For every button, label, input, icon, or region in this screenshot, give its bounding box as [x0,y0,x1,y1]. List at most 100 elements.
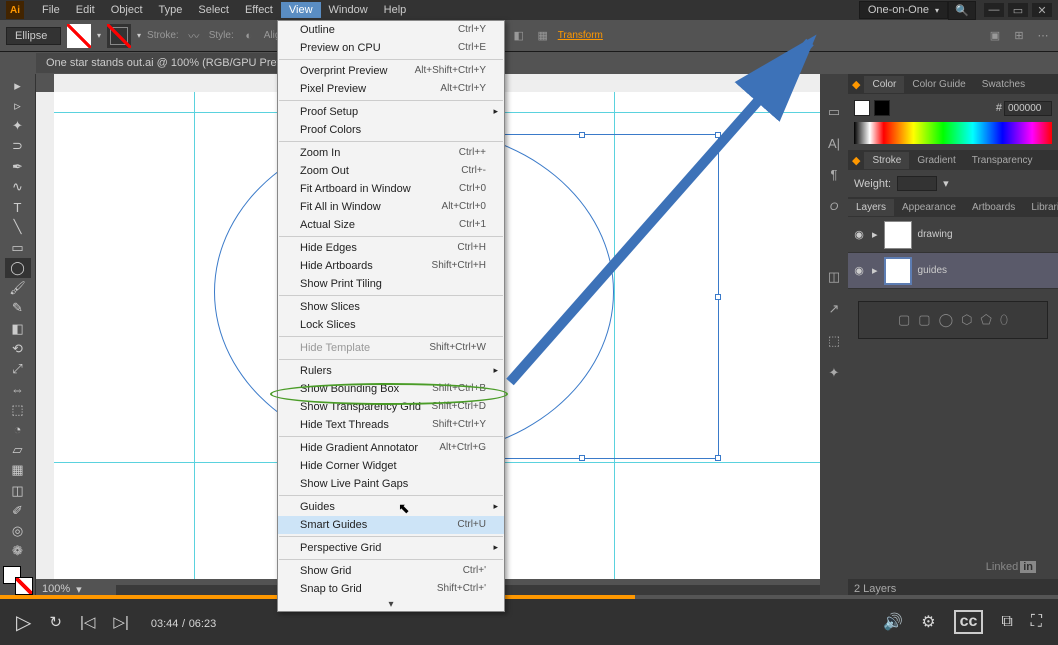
panel-icon[interactable]: O [830,198,839,213]
menu-item-hide-template[interactable]: Hide TemplateShift+Ctrl+W [278,339,504,357]
search-docs[interactable]: 🔍 [948,1,976,20]
menu-help[interactable]: Help [376,2,415,18]
hex-input[interactable] [1004,101,1052,116]
tab-layers[interactable]: Layers [848,199,894,216]
skip-back-button[interactable]: ↻ [49,613,62,631]
captions-button[interactable]: cc [954,610,984,634]
shape-ellipse-icon[interactable]: ◯ [939,312,954,328]
menu-item-zoom-in[interactable]: Zoom InCtrl++ [278,144,504,162]
menu-item-show-transparency-grid[interactable]: Show Transparency GridShift+Ctrl+D [278,398,504,416]
menu-window[interactable]: Window [321,2,376,18]
tab-swatches[interactable]: Swatches [974,76,1033,93]
direct-selection-tool[interactable]: ▹ [5,96,31,115]
transform-link[interactable]: Transform [558,30,603,41]
panel-icon[interactable]: ▭ [828,104,840,120]
tab-color-guide[interactable]: Color Guide [904,76,973,93]
tab-gradient[interactable]: Gradient [909,152,963,169]
tab-appearance[interactable]: Appearance [894,199,964,216]
volume-icon[interactable]: 🔊 [883,612,903,632]
stroke-swatch[interactable] [107,24,131,48]
menu-item-show-slices[interactable]: Show Slices [278,298,504,316]
isolate-icon[interactable]: ▣ [986,27,1004,45]
menu-file[interactable]: File [34,2,68,18]
prev-button[interactable]: |◁ [80,613,95,631]
menu-object[interactable]: Object [103,2,151,18]
brush-tool[interactable]: 🖌 [5,279,31,298]
fill-swatch[interactable] [67,24,91,48]
align-icon[interactable]: ▦ [534,27,552,45]
ellipse-tool[interactable]: ◯ [5,258,31,277]
stroke-weight-input[interactable] [897,176,937,191]
type-tool[interactable]: T [5,198,31,217]
panel-menu-icon[interactable]: ⋯ [1034,27,1052,45]
color-spectrum[interactable] [854,122,1052,144]
stroke-color[interactable] [874,100,890,116]
menu-item-rulers[interactable]: Rulers▸ [278,362,504,380]
menu-effect[interactable]: Effect [237,2,281,18]
tab-artboards[interactable]: Artboards [964,199,1023,216]
menu-item-lock-slices[interactable]: Lock Slices [278,316,504,334]
panel-icon[interactable]: ◫ [828,269,840,285]
menu-item-show-bounding-box[interactable]: Show Bounding BoxShift+Ctrl+B [278,380,504,398]
tab-transparency[interactable]: Transparency [964,152,1041,169]
menu-item-proof-setup[interactable]: Proof Setup▸ [278,103,504,121]
width-tool[interactable]: ⇔ [5,380,31,399]
menu-item-smart-guides[interactable]: Smart GuidesCtrl+U [278,516,504,534]
fill-stroke-swatch[interactable] [3,566,33,595]
tab-stroke[interactable]: Stroke [864,152,909,169]
menu-item-outline[interactable]: OutlineCtrl+Y [278,21,504,39]
menu-item-fit-all-in-window[interactable]: Fit All in WindowAlt+Ctrl+0 [278,198,504,216]
eraser-tool[interactable]: ◧ [5,319,31,338]
prefs-icon[interactable]: ⊞ [1010,27,1028,45]
menu-item-show-grid[interactable]: Show GridCtrl+' [278,562,504,580]
rotate-tool[interactable]: ⟲ [5,339,31,358]
menu-item-hide-gradient-annotator[interactable]: Hide Gradient AnnotatorAlt+Ctrl+G [278,439,504,457]
panel-icon[interactable]: A| [828,136,840,151]
menu-item-guides[interactable]: Guides▸ [278,498,504,516]
symbol-tool[interactable]: ❁ [5,542,31,561]
pencil-tool[interactable]: ✎ [5,299,31,318]
menu-item-actual-size[interactable]: Actual SizeCtrl+1 [278,216,504,234]
mesh-tool[interactable]: ▦ [5,461,31,480]
menu-item-show-print-tiling[interactable]: Show Print Tiling [278,275,504,293]
fullscreen-icon[interactable]: ⛶ [1031,613,1042,631]
panel-icon[interactable]: ✦ [829,365,840,381]
panel-icon[interactable]: ↗ [829,301,840,317]
pip-icon[interactable]: ⧉ [1001,613,1012,631]
menu-item-perspective-grid[interactable]: Perspective Grid▸ [278,539,504,557]
corner-icon[interactable]: ◧ [510,27,528,45]
rectangle-tool[interactable]: ▭ [5,238,31,257]
menu-item-preview-on-cpu[interactable]: Preview on CPUCtrl+E [278,39,504,57]
menu-item-overprint-preview[interactable]: Overprint PreviewAlt+Shift+Ctrl+Y [278,62,504,80]
fill-color[interactable] [854,100,870,116]
tab-libraries[interactable]: Libraries [1023,199,1058,216]
shape-builder-tool[interactable]: ◔ [5,420,31,439]
zoom-level[interactable]: 100% [42,583,70,595]
line-tool[interactable]: ╲ [5,218,31,237]
menu-item-show-live-paint-gaps[interactable]: Show Live Paint Gaps [278,475,504,493]
menu-item-hide-corner-widget[interactable]: Hide Corner Widget [278,457,504,475]
shape-selector[interactable]: Ellipse [6,27,61,45]
visibility-icon[interactable]: ◉ [852,228,866,241]
menu-edit[interactable]: Edit [68,2,103,18]
menu-type[interactable]: Type [151,2,191,18]
menu-item-zoom-out[interactable]: Zoom OutCtrl+- [278,162,504,180]
next-button[interactable]: ▷| [113,613,128,631]
workspace-selector[interactable]: One-on-One▾ [859,1,948,19]
blend-tool[interactable]: ◎ [5,522,31,541]
menu-select[interactable]: Select [190,2,237,18]
menu-item-proof-colors[interactable]: Proof Colors [278,121,504,139]
selection-tool[interactable]: ▸ [5,76,31,95]
eyedropper-tool[interactable]: ✐ [5,501,31,520]
close-button[interactable]: ✕ [1032,3,1052,17]
tab-color[interactable]: Color [864,76,904,93]
menu-item-fit-artboard-in-window[interactable]: Fit Artboard in WindowCtrl+0 [278,180,504,198]
menu-item-hide-artboards[interactable]: Hide ArtboardsShift+Ctrl+H [278,257,504,275]
panel-icon[interactable]: ⬚ [828,333,840,349]
shape-line-icon[interactable]: ⬯ [1000,312,1008,328]
menu-item-hide-text-threads[interactable]: Hide Text ThreadsShift+Ctrl+Y [278,416,504,434]
shape-polygon-icon[interactable]: ⬡ [961,312,972,328]
opacity-icon[interactable]: ◐ [240,27,258,45]
lasso-tool[interactable]: ⊃ [5,137,31,156]
menu-view[interactable]: View [281,2,321,18]
